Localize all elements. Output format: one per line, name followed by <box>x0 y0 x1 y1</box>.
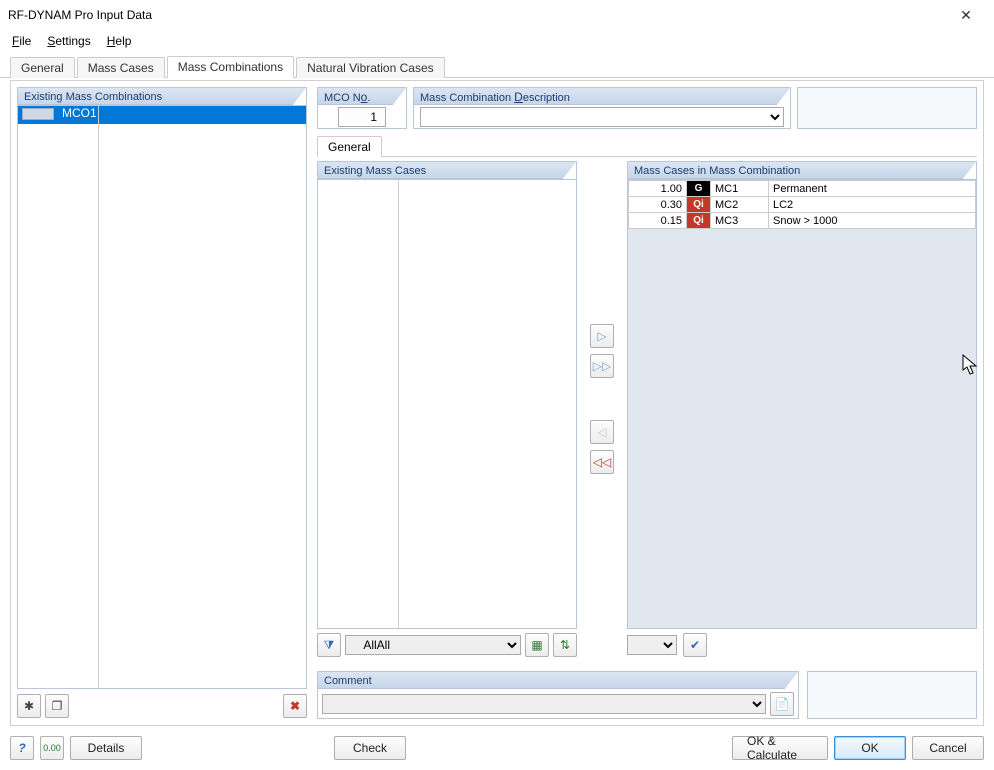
comment-library-button[interactable]: 📄 <box>770 692 794 716</box>
double-chevron-left-icon: ◁◁ <box>593 455 611 469</box>
ok-button[interactable]: OK <box>834 736 906 760</box>
grid-row[interactable]: 1.00 G MC1 Permanent <box>629 181 976 197</box>
existing-mass-cases-panel: Existing Mass Cases ⧩ AllAll ▦ ⇅ <box>317 161 577 657</box>
filter-clear-button[interactable]: ⧩ <box>317 633 341 657</box>
desc-cell: Permanent <box>769 181 976 197</box>
in-combination-panel: Mass Cases in Mass Combination 1.00 G MC… <box>627 161 977 657</box>
menu-help[interactable]: Help <box>101 32 138 50</box>
confirm-button[interactable]: ✔ <box>683 633 707 657</box>
ok-calculate-button[interactable]: OK & Calculate <box>732 736 828 760</box>
existing-filter-row: ⧩ AllAll ▦ ⇅ <box>317 633 577 657</box>
tab-general[interactable]: General <box>10 57 75 78</box>
tab-natural-vibration[interactable]: Natural Vibration Cases <box>296 57 445 78</box>
units-button[interactable]: 0.00 <box>40 736 64 760</box>
content-frame: Existing Mass Combinations MCO1 ✱ ❐ ✖ MC… <box>10 80 984 726</box>
existing-combinations-panel: Existing Mass Combinations MCO1 ✱ ❐ ✖ <box>17 87 307 719</box>
mco-no-input[interactable] <box>338 107 386 127</box>
check-icon: ✔ <box>690 638 700 652</box>
filter-category-select[interactable]: AllAll <box>345 635 521 655</box>
description-select[interactable] <box>420 107 784 127</box>
close-button[interactable]: ✕ <box>946 1 986 29</box>
in-combination-bottom-row: ✔ <box>627 633 977 657</box>
add-all-button[interactable]: ▷▷ <box>590 354 614 378</box>
factor-select[interactable] <box>627 635 677 655</box>
factor-cell[interactable]: 0.30 <box>629 197 687 213</box>
copy-icon: ❐ <box>52 699 63 713</box>
menubar: File Settings Help <box>0 30 994 52</box>
comment-select[interactable] <box>322 694 766 714</box>
factor-cell[interactable]: 0.15 <box>629 213 687 229</box>
add-one-button[interactable]: ▷ <box>590 324 614 348</box>
mc-cell: MC2 <box>711 197 769 213</box>
tag-cell: Qi <box>687 197 711 213</box>
in-combination-grid[interactable]: 1.00 G MC1 Permanent 0.30 Qi MC2 LC2 0.1… <box>627 179 977 629</box>
remove-all-button[interactable]: ◁◁ <box>590 450 614 474</box>
existing-combinations-list[interactable]: MCO1 <box>17 105 307 689</box>
help-button[interactable]: ? <box>10 736 34 760</box>
comment-area: Comment 📄 <box>317 671 977 719</box>
grid-row[interactable]: 0.30 Qi MC2 LC2 <box>629 197 976 213</box>
combination-row[interactable]: MCO1 <box>18 106 306 124</box>
mc-cell: MC1 <box>711 181 769 197</box>
mc-cell: MC3 <box>711 213 769 229</box>
help-icon: ? <box>18 741 25 755</box>
blank-panel <box>797 87 977 129</box>
library-icon: 📄 <box>775 697 790 711</box>
mco-no-panel: MCO No. <box>317 87 407 129</box>
check-button[interactable]: Check <box>334 736 406 760</box>
factor-cell[interactable]: 1.00 <box>629 181 687 197</box>
units-icon: 0.00 <box>43 743 61 753</box>
details-button[interactable]: Details <box>70 736 142 760</box>
in-combination-header: Mass Cases in Mass Combination <box>627 161 977 179</box>
cancel-button[interactable]: Cancel <box>912 736 984 760</box>
comment-label: Comment <box>317 671 799 689</box>
subtab-general[interactable]: General <box>317 136 382 157</box>
menu-settings[interactable]: Settings <box>41 32 96 50</box>
desc-cell: LC2 <box>769 197 976 213</box>
tab-mass-cases[interactable]: Mass Cases <box>77 57 165 78</box>
desc-cell: Snow > 1000 <box>769 213 976 229</box>
subtab-row: General <box>317 135 977 157</box>
description-panel: Mass Combination Description <box>413 87 791 129</box>
menu-file[interactable]: File <box>6 32 37 50</box>
existing-mass-cases-header: Existing Mass Cases <box>317 161 577 179</box>
tag-cell: Qi <box>687 213 711 229</box>
check-grid-icon: ▦ <box>531 638 542 652</box>
delete-icon: ✖ <box>290 699 300 713</box>
new-combination-button[interactable]: ✱ <box>17 694 41 718</box>
tab-mass-combinations[interactable]: Mass Combinations <box>167 56 294 78</box>
tag-cell: G <box>687 181 711 197</box>
combination-color-chip <box>22 108 54 120</box>
delete-combination-button[interactable]: ✖ <box>283 694 307 718</box>
combination-id: MCO1 <box>58 106 97 124</box>
existing-mass-cases-list[interactable] <box>317 179 577 629</box>
mco-no-label: MCO No. <box>317 87 407 105</box>
existing-combinations-header: Existing Mass Combinations <box>17 87 307 105</box>
remove-one-button[interactable]: ◁ <box>590 420 614 444</box>
description-label: Mass Combination Description <box>413 87 791 105</box>
top-right-row: MCO No. Mass Combination Description <box>317 87 977 129</box>
transfer-arrows: ▷ ▷▷ ◁ ◁◁ <box>587 324 617 474</box>
left-bottom-toolbar: ✱ ❐ ✖ <box>17 693 307 719</box>
titlebar: RF-DYNAM Pro Input Data ✕ <box>0 0 994 30</box>
chevron-right-icon: ▷ <box>597 329 606 343</box>
chevron-left-icon: ◁ <box>597 425 606 439</box>
footer: ? 0.00 Details Check OK & Calculate OK C… <box>10 734 984 762</box>
double-chevron-right-icon: ▷▷ <box>593 359 611 373</box>
dual-list-area: Existing Mass Cases ⧩ AllAll ▦ ⇅ ▷ ▷▷ ◁ … <box>317 161 977 657</box>
apply-filter-button[interactable]: ▦ <box>525 633 549 657</box>
arrange-icon: ⇅ <box>560 638 570 652</box>
copy-combination-button[interactable]: ❐ <box>45 694 69 718</box>
comment-panel: Comment 📄 <box>317 671 799 719</box>
funnel-icon: ⧩ <box>324 638 335 653</box>
grid-row[interactable]: 0.15 Qi MC3 Snow > 1000 <box>629 213 976 229</box>
main-tabstrip: General Mass Cases Mass Combinations Nat… <box>0 52 994 78</box>
sort-button[interactable]: ⇅ <box>553 633 577 657</box>
new-icon: ✱ <box>24 699 34 713</box>
window-title: RF-DYNAM Pro Input Data <box>8 8 946 22</box>
blank-panel-bottom <box>807 671 977 719</box>
